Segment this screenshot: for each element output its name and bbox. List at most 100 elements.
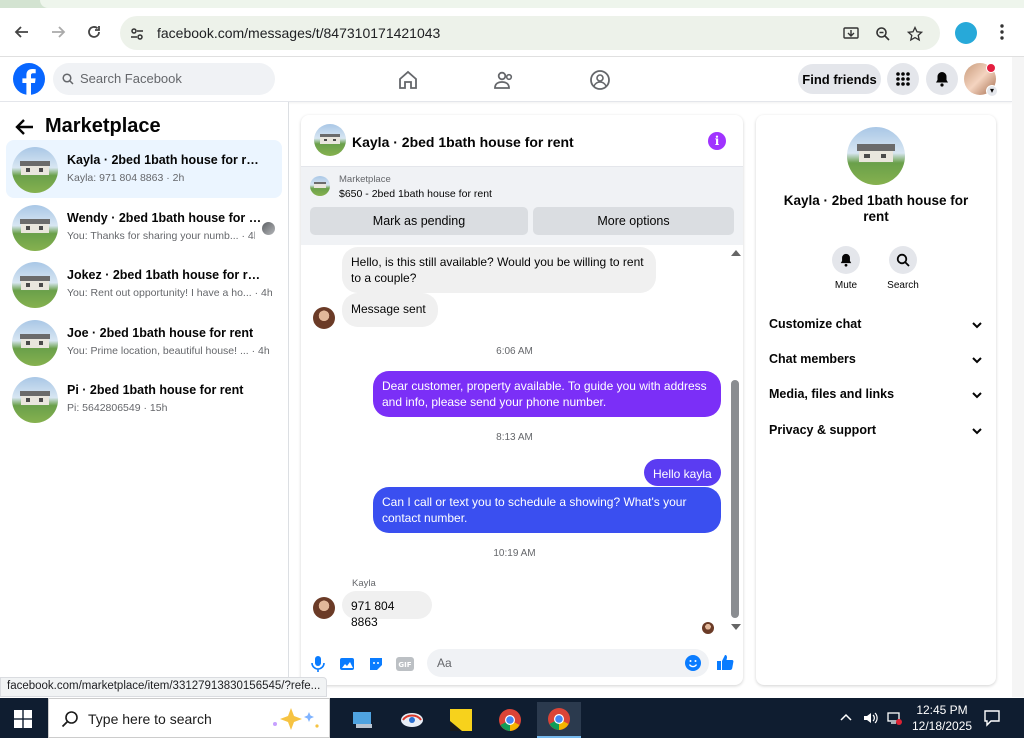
search-label: Search (887, 280, 919, 291)
search-placeholder: Search Facebook (80, 71, 182, 86)
chevron-down-icon (972, 392, 982, 399)
active-tab[interactable] (40, 0, 1024, 8)
search-conversation-button[interactable]: Search (878, 246, 928, 291)
section-privacy-support[interactable]: Privacy & support (769, 423, 983, 443)
outgoing-message: Dear customer, property available. To gu… (373, 371, 721, 417)
section-customize-chat[interactable]: Customize chat (769, 317, 983, 337)
home-icon[interactable] (395, 67, 421, 93)
section-chat-members[interactable]: Chat members (769, 352, 983, 372)
conversation-details-panel: Kayla · 2bed 1bath house for rent Mute S… (756, 115, 996, 685)
listing-price[interactable]: $650 - 2bed 1bath house for rent (339, 188, 492, 200)
outgoing-message: Can I call or text you to schedule a sho… (373, 487, 721, 533)
photo-icon[interactable] (338, 655, 356, 673)
outgoing-message: Hello kayla (644, 459, 721, 486)
account-chevron-icon[interactable]: ▾ (986, 85, 998, 97)
listing-thumbnail (12, 147, 58, 193)
tray-chevron-up-icon[interactable] (838, 710, 854, 726)
taskbar-chrome-active-icon[interactable] (537, 702, 581, 738)
chat-panel: Kayla · 2bed 1bath house for rent i Mark… (301, 115, 743, 685)
more-options-button[interactable]: More options (533, 207, 734, 235)
taskbar-clock[interactable]: 12:45 PM 12/18/2025 (912, 702, 972, 734)
url-text[interactable]: facebook.com/messages/t/847310171421043 (157, 25, 440, 41)
network-icon[interactable] (886, 710, 902, 726)
message-composer: GIF Aa (301, 645, 743, 685)
conversation-snippet: Pi: 5642806549 · 15h (67, 402, 168, 414)
chevron-down-icon (972, 322, 982, 329)
mute-button[interactable]: Mute (821, 246, 871, 291)
taskbar-file-explorer-icon[interactable] (341, 702, 385, 738)
conversation-snippet: You: Thanks for sharing your numb... · 4… (67, 230, 255, 242)
taskbar-search-input[interactable]: Type here to search (48, 698, 330, 738)
scroll-down-icon[interactable] (731, 624, 741, 630)
windows-taskbar: Type here to search 12:45 PM 12/18/2025 (0, 698, 1024, 738)
volume-icon[interactable] (862, 710, 878, 726)
read-receipt-avatar (262, 222, 275, 235)
conversation-item[interactable]: Joe · 2bed 1bath house for rent You: Pri… (6, 313, 282, 371)
chat-title[interactable]: Kayla · 2bed 1bath house for rent (352, 134, 574, 150)
taskbar-app-icon[interactable] (390, 702, 434, 738)
thumbs-up-icon[interactable] (716, 653, 734, 671)
conversation-item[interactable]: Jokez · 2bed 1bath house for rent You: R… (6, 255, 282, 313)
sticker-icon[interactable] (367, 655, 385, 673)
clock-time: 12:45 PM (916, 703, 968, 717)
groups-icon[interactable] (587, 67, 613, 93)
listing-thumbnail (12, 320, 58, 366)
scroll-up-icon[interactable] (731, 250, 741, 256)
contact-avatar[interactable] (313, 307, 335, 329)
facebook-logo-icon[interactable] (13, 63, 45, 95)
timestamp: 6:06 AM (496, 346, 533, 357)
zoom-icon[interactable] (874, 25, 892, 43)
contact-avatar[interactable] (313, 597, 335, 619)
search-highlight-icon (273, 708, 319, 730)
details-title: Kayla · 2bed 1bath house for rent (783, 193, 969, 224)
browser-menu-icon[interactable] (994, 20, 1010, 44)
conversation-name: Jokez · 2bed 1bath house for rent (67, 268, 262, 282)
friends-icon[interactable] (491, 67, 517, 93)
taskbar-sticky-notes-icon[interactable] (439, 702, 483, 738)
chevron-down-icon (972, 357, 982, 364)
address-bar[interactable]: facebook.com/messages/t/847310171421043 (120, 16, 940, 50)
listing-photo[interactable] (847, 127, 905, 185)
sender-name: Kayla (352, 578, 376, 589)
facebook-search-input[interactable]: Search Facebook (53, 63, 275, 95)
chat-scrollbar-thumb[interactable] (731, 380, 739, 618)
chat-scrollbar[interactable] (728, 245, 743, 630)
back-arrow-icon[interactable] (14, 116, 36, 138)
microphone-icon[interactable] (309, 655, 327, 673)
gif-icon[interactable]: GIF (396, 655, 414, 673)
chat-header: Kayla · 2bed 1bath house for rent i (301, 115, 743, 167)
find-friends-button[interactable]: Find friends (798, 64, 881, 94)
section-label: Privacy & support (769, 423, 876, 437)
page-scrollbar[interactable] (1012, 57, 1024, 697)
incoming-message: Message sent (342, 293, 438, 327)
browser-profile-icon[interactable] (955, 22, 977, 44)
info-icon[interactable]: i (708, 132, 726, 150)
notification-center-icon[interactable] (983, 709, 1001, 727)
conversation-item[interactable]: Kayla · 2bed 1bath house for rent Kayla:… (6, 140, 282, 198)
conversation-name: Kayla · 2bed 1bath house for rent (67, 153, 262, 167)
svg-text:GIF: GIF (398, 661, 411, 669)
windows-start-icon[interactable] (14, 710, 32, 728)
link-hover-status: facebook.com/marketplace/item/3312791383… (0, 677, 328, 697)
conversation-item[interactable]: Wendy · 2bed 1bath house for r... You: T… (6, 198, 282, 256)
conversation-item[interactable]: Pi · 2bed 1bath house for rent Pi: 56428… (6, 370, 282, 428)
section-label: Customize chat (769, 317, 862, 331)
search-icon (889, 246, 917, 274)
menu-grid-icon[interactable] (887, 63, 919, 95)
mark-as-pending-button[interactable]: Mark as pending (310, 207, 528, 235)
taskbar-chrome-icon[interactable] (488, 702, 532, 738)
listing-thumbnail (12, 205, 58, 251)
chat-listing-thumbnail[interactable] (314, 124, 346, 156)
install-app-icon[interactable] (842, 25, 860, 43)
bookmark-star-icon[interactable] (906, 25, 924, 43)
reload-icon[interactable] (82, 20, 106, 44)
message-input[interactable]: Aa (427, 649, 709, 677)
site-info-icon[interactable] (128, 25, 146, 43)
section-media-files-links[interactable]: Media, files and links (769, 387, 983, 407)
section-label: Chat members (769, 352, 856, 366)
notifications-bell-icon[interactable] (926, 63, 958, 95)
marketplace-listing-bar: Marketplace $650 - 2bed 1bath house for … (301, 167, 743, 245)
forward-icon[interactable] (46, 20, 70, 44)
emoji-icon[interactable] (685, 655, 701, 671)
back-icon[interactable] (10, 20, 34, 44)
